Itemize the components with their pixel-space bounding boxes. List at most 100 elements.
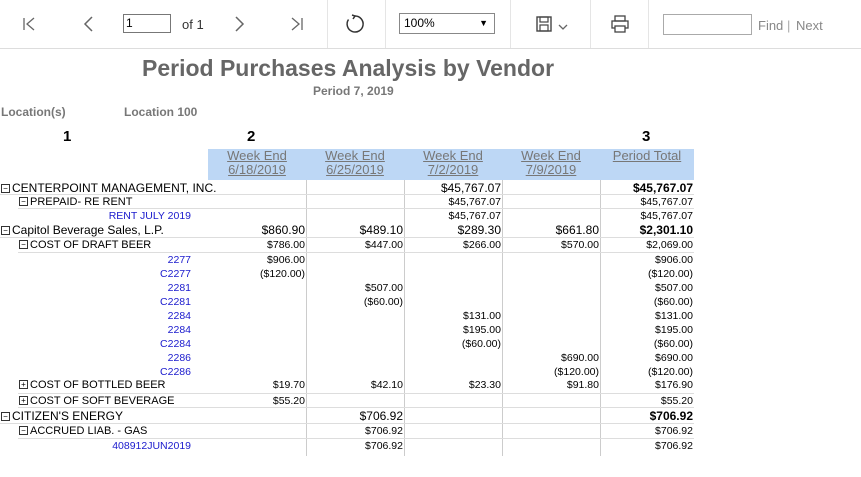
column-number-3: 3 bbox=[642, 128, 651, 145]
account-label: + COST OF BOTTLED BEER bbox=[19, 379, 166, 391]
detail-link[interactable]: 2284 bbox=[0, 324, 191, 336]
report-subtitle: Period 7, 2019 bbox=[313, 84, 394, 98]
vendor-label: − Capitol Beverage Sales, L.P. bbox=[1, 223, 164, 237]
detail-row: C2286 ($120.00) ($120.00) bbox=[0, 365, 700, 379]
detail-row: 2281 $507.00 $507.00 bbox=[0, 281, 700, 295]
week-header-label: Week End bbox=[227, 148, 287, 163]
refresh-button[interactable] bbox=[340, 0, 370, 48]
week-header-3[interactable]: Week End 7/2/2019 bbox=[404, 149, 502, 177]
period-total-header[interactable]: Period Total bbox=[600, 149, 694, 163]
detail-link[interactable]: C2277 bbox=[0, 268, 191, 280]
period-total-value: $706.92 bbox=[655, 425, 693, 437]
first-page-icon bbox=[23, 17, 35, 31]
week-3-value: $45,767.07 bbox=[448, 196, 501, 208]
collapse-icon[interactable]: − bbox=[19, 240, 28, 249]
detail-link[interactable]: 408912JUN2019 bbox=[0, 440, 191, 452]
expand-icon[interactable]: + bbox=[19, 380, 28, 389]
toolbar-separator bbox=[590, 0, 591, 48]
detail-link[interactable]: C2286 bbox=[0, 366, 191, 378]
row-label-text: 2277 bbox=[167, 254, 191, 266]
week-2-value: $507.00 bbox=[365, 282, 403, 294]
week-4-value: $91.80 bbox=[566, 379, 599, 391]
find-text-input[interactable] bbox=[663, 14, 752, 35]
row-label-text: ACCRUED LIAB. - GAS bbox=[30, 425, 148, 437]
week-header-1[interactable]: Week End 6/18/2019 bbox=[208, 149, 306, 177]
chevron-left-icon bbox=[83, 16, 93, 32]
expand-icon[interactable]: + bbox=[19, 396, 28, 405]
week-2-value: $489.10 bbox=[359, 223, 403, 237]
collapse-icon[interactable]: − bbox=[1, 184, 10, 193]
detail-link[interactable]: C2284 bbox=[0, 338, 191, 350]
period-total-value: $176.90 bbox=[655, 379, 693, 391]
vendor-row: − Capitol Beverage Sales, L.P. $860.90 $489… bbox=[0, 222, 700, 238]
period-total-value: $706.92 bbox=[649, 409, 693, 423]
collapse-icon[interactable]: − bbox=[1, 226, 10, 235]
row-label-text: 2286 bbox=[167, 352, 191, 364]
print-button[interactable] bbox=[604, 0, 636, 48]
page-count-label: of 1 bbox=[182, 17, 204, 32]
row-label-text: Capitol Beverage Sales, L.P. bbox=[12, 223, 164, 237]
detail-link[interactable]: 2284 bbox=[0, 310, 191, 322]
collapse-icon[interactable]: − bbox=[19, 426, 28, 435]
detail-link[interactable]: 2277 bbox=[0, 254, 191, 266]
week-2-value: $706.92 bbox=[365, 440, 403, 452]
collapse-icon[interactable]: − bbox=[19, 197, 28, 206]
refresh-icon bbox=[346, 14, 364, 33]
row-label-text: 2281 bbox=[167, 282, 191, 294]
week-header-4[interactable]: Week End 7/9/2019 bbox=[502, 149, 600, 177]
week-header-date: 7/2/2019 bbox=[427, 162, 479, 177]
row-label-text: PREPAID- RE RENT bbox=[30, 196, 133, 208]
row-label-text: COST OF BOTTLED BEER bbox=[30, 379, 166, 391]
detail-link[interactable]: 2281 bbox=[0, 282, 191, 294]
detail-row: 2277 $906.00 $906.00 bbox=[0, 253, 700, 267]
week-header-label: Week End bbox=[423, 148, 483, 163]
detail-row: C2284 ($60.00) ($60.00) bbox=[0, 337, 700, 351]
detail-link[interactable]: C2281 bbox=[0, 296, 191, 308]
week-1-value: ($120.00) bbox=[260, 268, 305, 280]
detail-row: C2281 ($60.00) ($60.00) bbox=[0, 295, 700, 309]
period-total-value: $55.20 bbox=[660, 395, 693, 407]
period-total-value: $706.92 bbox=[655, 440, 693, 452]
account-row: − ACCRUED LIAB. - GAS $706.92 $706.92 bbox=[0, 424, 700, 439]
next-page-button[interactable] bbox=[224, 0, 254, 48]
vendor-label: − CENTERPOINT MANAGEMENT, INC. bbox=[1, 181, 216, 195]
detail-link[interactable]: RENT JULY 2019 bbox=[0, 210, 191, 222]
toolbar-separator bbox=[327, 0, 328, 48]
period-total-value: $45,767.07 bbox=[640, 210, 693, 222]
column-number-1: 1 bbox=[63, 128, 72, 145]
week-2-value: $42.10 bbox=[370, 379, 403, 391]
week-4-value: $570.00 bbox=[561, 239, 599, 251]
detail-row: 2284 $195.00 $195.00 bbox=[0, 323, 700, 337]
period-total-value: ($120.00) bbox=[648, 268, 693, 280]
previous-page-button[interactable] bbox=[74, 0, 104, 48]
row-label-text: RENT JULY 2019 bbox=[108, 210, 191, 222]
find-link[interactable]: Find bbox=[758, 18, 783, 33]
week-4-value: ($120.00) bbox=[554, 366, 599, 378]
zoom-select[interactable]: 100% ▼ bbox=[399, 13, 495, 34]
detail-row: 2284 $131.00 $131.00 bbox=[0, 309, 700, 323]
chevron-down-icon bbox=[558, 24, 568, 30]
period-total-value: $45,767.07 bbox=[632, 181, 693, 195]
location-value: Location 100 bbox=[124, 105, 198, 119]
collapse-icon[interactable]: − bbox=[1, 412, 10, 421]
last-page-button[interactable] bbox=[282, 0, 312, 48]
detail-link[interactable]: 2286 bbox=[0, 352, 191, 364]
export-button[interactable] bbox=[528, 0, 576, 48]
week-header-label: Week End bbox=[325, 148, 385, 163]
row-label-text: 2284 bbox=[167, 324, 191, 336]
period-total-value: $195.00 bbox=[655, 324, 693, 336]
week-4-value: $690.00 bbox=[561, 352, 599, 364]
period-total-value: $906.00 bbox=[655, 254, 693, 266]
find-next-link[interactable]: Next bbox=[796, 18, 823, 33]
detail-row: 2286 $690.00 $690.00 bbox=[0, 351, 700, 365]
period-total-value: $45,767.07 bbox=[640, 196, 693, 208]
page-number-input[interactable]: 1 bbox=[123, 14, 171, 33]
location-label: Location(s) bbox=[1, 105, 66, 119]
chevron-right-icon bbox=[235, 16, 245, 32]
week-3-value: $23.30 bbox=[468, 379, 501, 391]
week-2-value: $706.92 bbox=[359, 409, 403, 423]
first-page-button[interactable] bbox=[14, 0, 44, 48]
week-header-2[interactable]: Week End 6/25/2019 bbox=[306, 149, 404, 177]
find-separator: | bbox=[787, 18, 791, 33]
week-3-value: $131.00 bbox=[463, 310, 501, 322]
